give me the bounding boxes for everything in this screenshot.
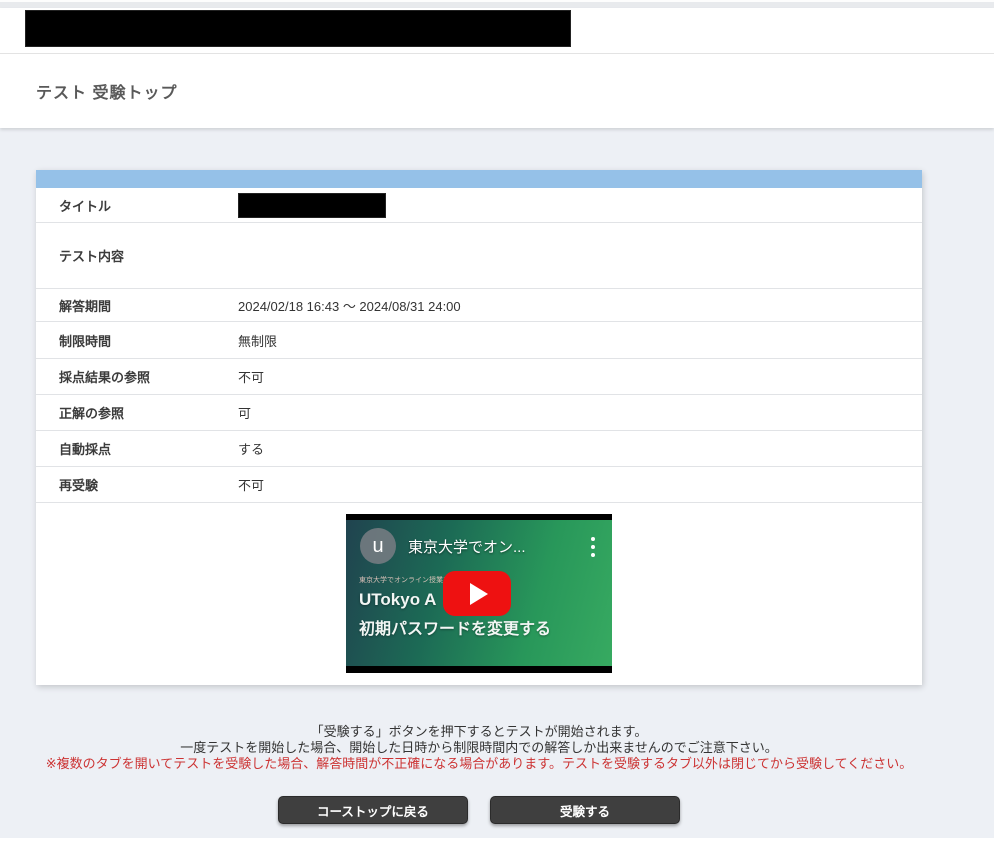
row-label: 制限時間 <box>36 331 238 350</box>
kebab-menu-icon[interactable] <box>584 535 602 557</box>
instruction-warning: ※複数のタブを開いてテストを受験した場合、解答時間が不正確になる場合があります。… <box>36 756 922 772</box>
masthead: テスト 受験トップ <box>0 8 994 128</box>
video-title-link[interactable]: 東京大学でオン... <box>408 536 584 557</box>
table-row-answer-view: 正解の参照 可 <box>36 395 922 431</box>
youtube-embed[interactable]: 東京大学でオンライン授業を受ける UTokyo A 初期パスワードを変更する u… <box>346 514 612 673</box>
channel-avatar-icon[interactable]: u <box>360 528 396 564</box>
instruction-line-2: 一度テストを開始した場合、開始した日時から制限時間内での解答しか出来ませんのでご… <box>36 740 922 756</box>
row-label: 採点結果の参照 <box>36 367 238 386</box>
play-button[interactable] <box>443 571 511 616</box>
video-section: 東京大学でオンライン授業を受ける UTokyo A 初期パスワードを変更する u… <box>36 503 922 685</box>
page-bottom-strip <box>0 838 994 847</box>
row-value: 可 <box>238 403 251 422</box>
table-row-content: テスト内容 <box>36 223 922 289</box>
row-value: 2024/02/18 16:43 ～ 2024/08/31 24:00 <box>238 296 461 315</box>
row-label: 自動採点 <box>36 439 238 458</box>
table-row-retake: 再受験 不可 <box>36 467 922 503</box>
row-value: 不可 <box>238 475 264 494</box>
thumbnail-text-line2: 初期パスワードを変更する <box>359 615 551 639</box>
action-buttons: コーストップに戻る 受験する <box>36 796 922 824</box>
start-test-button[interactable]: 受験する <box>490 796 680 824</box>
back-to-course-top-button[interactable]: コーストップに戻る <box>278 796 468 824</box>
row-label: タイトル <box>36 196 238 215</box>
play-icon <box>470 583 488 605</box>
row-value: 無制限 <box>238 331 277 350</box>
table-row-time-limit: 制限時間 無制限 <box>36 322 922 359</box>
redacted-title-value <box>238 193 386 218</box>
row-label: テスト内容 <box>36 246 238 265</box>
thumbnail-text-line1: UTokyo A <box>359 590 436 610</box>
row-label: 再受験 <box>36 475 238 494</box>
instructions: 「受験する」ボタンを押下するとテストが開始されます。 一度テストを開始した場合、… <box>36 724 922 772</box>
page-title: テスト 受験トップ <box>36 79 177 103</box>
panel-accent-bar <box>36 170 922 188</box>
table-row-auto-grading: 自動採点 する <box>36 431 922 467</box>
test-info-panel: タイトル テスト内容 解答期間 2024/02/18 16:43 ～ 2024/… <box>36 170 922 685</box>
row-value: 不可 <box>238 367 264 386</box>
video-top-bar: u 東京大学でオン... <box>360 528 602 564</box>
table-row-title: タイトル <box>36 188 922 223</box>
masthead-divider <box>0 53 994 54</box>
table-row-score-view: 採点結果の参照 不可 <box>36 359 922 395</box>
table-row-period: 解答期間 2024/02/18 16:43 ～ 2024/08/31 24:00 <box>36 289 922 322</box>
row-value: する <box>238 439 264 458</box>
row-label: 正解の参照 <box>36 403 238 422</box>
row-value <box>238 193 386 218</box>
instruction-line-1: 「受験する」ボタンを押下するとテストが開始されます。 <box>36 724 922 740</box>
row-label: 解答期間 <box>36 296 238 315</box>
redacted-breadcrumb <box>25 10 571 47</box>
